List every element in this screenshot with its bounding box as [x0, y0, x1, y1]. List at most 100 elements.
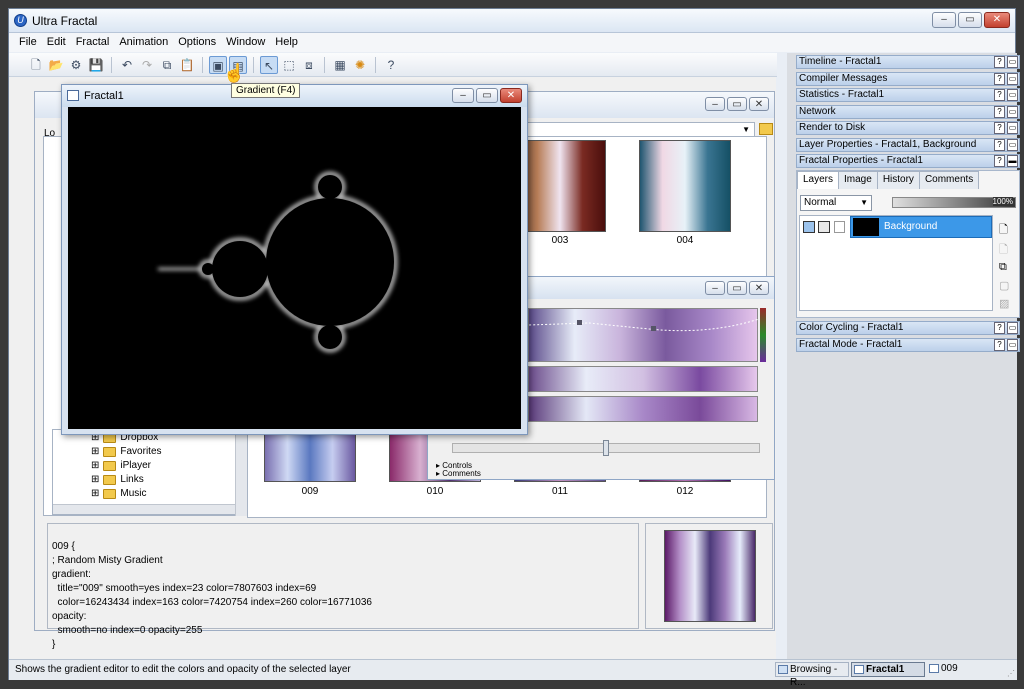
menu-window[interactable]: Window [222, 33, 271, 52]
panel-fractal-properties[interactable]: Fractal Properties - Fractal1? ▬ [796, 154, 1020, 168]
tab-image[interactable]: Image [838, 171, 878, 189]
expand-icon[interactable]: ⊞ [91, 446, 99, 457]
panel-toggle-icon[interactable]: ▭ [1007, 89, 1018, 101]
panel-help-icon[interactable]: ? [994, 155, 1005, 167]
tab-comments[interactable]: Comments [918, 171, 980, 189]
layer-lock-icon[interactable] [818, 221, 830, 233]
new-file-icon[interactable]: 🗋 [27, 56, 45, 74]
channel-gradient-bar[interactable] [528, 396, 758, 422]
comments-expander[interactable]: ▸ Comments [436, 469, 481, 478]
tree-horizontal-scrollbar[interactable] [53, 504, 235, 514]
save-icon[interactable]: 💾 [87, 56, 105, 74]
select-tool-icon[interactable]: ↖ [260, 55, 278, 74]
panel-statistics[interactable]: Statistics - Fractal1? ▭ [796, 88, 1020, 102]
browser-close-button[interactable]: ✕ [749, 97, 769, 111]
panel-help-icon[interactable]: ? [994, 89, 1005, 101]
panel-timeline[interactable]: Timeline - Fractal1? ▭ [796, 55, 1020, 69]
tree-vertical-scrollbar[interactable] [235, 430, 247, 516]
panel-layer-properties[interactable]: Layer Properties - Fractal1, Background?… [796, 138, 1020, 152]
status-fractal-tab[interactable]: Fractal1 [851, 662, 925, 677]
expand-icon[interactable]: ⊞ [91, 488, 99, 499]
panel-toggle-icon[interactable]: ▭ [1007, 122, 1018, 134]
status-browsing-tab[interactable]: Browsing - R... [775, 662, 849, 688]
paste-icon[interactable]: 📋 [178, 56, 196, 74]
panel-compiler-messages[interactable]: Compiler Messages? ▭ [796, 72, 1020, 86]
open-folder-icon[interactable]: 📂 [47, 56, 65, 74]
browser-maximize-button[interactable]: ▭ [727, 97, 747, 111]
menu-animation[interactable]: Animation [115, 33, 174, 52]
slider-thumb[interactable] [603, 440, 609, 456]
position-slider[interactable] [452, 440, 760, 456]
chevron-down-icon[interactable]: ▼ [742, 125, 750, 134]
panel-toggle-icon[interactable]: ▭ [1007, 73, 1018, 85]
panel-help-icon[interactable]: ? [994, 139, 1005, 151]
panel-help-icon[interactable]: ? [994, 73, 1005, 85]
browser-minimize-button[interactable]: – [705, 97, 725, 111]
gradient-maximize-button[interactable]: ▭ [727, 281, 747, 295]
tab-history[interactable]: History [876, 171, 920, 189]
maximize-button[interactable]: ▭ [958, 12, 982, 28]
gradient-thumbnail-004[interactable] [639, 140, 731, 232]
panel-network[interactable]: Network? ▭ [796, 105, 1020, 119]
layer-row-background[interactable]: Background [850, 216, 992, 238]
panel-help-icon[interactable]: ? [994, 122, 1005, 134]
gradient-node[interactable] [651, 326, 656, 331]
tree-item-iplayer[interactable]: ⊞ iPlayer [91, 460, 151, 471]
chevron-down-icon[interactable]: ▼ [860, 196, 868, 210]
delete-layer-icon[interactable]: ▨ [999, 297, 1009, 310]
panel-toggle-icon[interactable]: ▭ [1007, 106, 1018, 118]
duplicate-layer-icon[interactable]: 🗋 [999, 241, 1008, 260]
gradient-node[interactable] [577, 320, 582, 325]
zoom-tool-icon[interactable]: ⬚ [280, 56, 298, 74]
panel-toggle-icon[interactable]: ▭ [1007, 339, 1018, 351]
tree-item-favorites[interactable]: ⊞ Favorites [91, 446, 162, 457]
folder-up-icon[interactable] [759, 123, 773, 135]
panel-toggle-icon[interactable]: ▭ [1007, 139, 1018, 151]
menu-file[interactable]: File [15, 33, 43, 52]
panel-render-to-disk[interactable]: Render to Disk? ▭ [796, 121, 1020, 135]
panel-toggle-icon[interactable]: ▬ [1007, 155, 1018, 167]
opacity-gradient-bar[interactable] [528, 366, 758, 392]
tree-item-links[interactable]: ⊞ Links [91, 474, 144, 485]
color-gradient-bar[interactable] [528, 308, 759, 362]
fractal-canvas[interactable] [68, 107, 521, 429]
render-icon[interactable]: ▦ [331, 56, 349, 74]
blend-mode-select[interactable]: Normal ▼ [800, 195, 872, 211]
panel-color-cycling[interactable]: Color Cycling - Fractal1? ▭ [796, 321, 1020, 335]
fractal-close-button[interactable]: ✕ [500, 88, 522, 103]
copy-icon[interactable]: ⧉ [158, 56, 176, 74]
minimize-button[interactable]: – [932, 12, 956, 28]
panel-help-icon[interactable]: ? [994, 339, 1005, 351]
expand-icon[interactable]: ⊞ [91, 474, 99, 485]
add-layer-icon[interactable]: 🗋 [999, 221, 1008, 240]
resize-grip-icon[interactable]: ⋰ [1007, 669, 1015, 678]
menu-edit[interactable]: Edit [43, 33, 72, 52]
menu-options[interactable]: Options [174, 33, 222, 52]
undo-icon[interactable]: ↶ [118, 56, 136, 74]
tree-item-music[interactable]: ⊞ Music [91, 488, 147, 499]
expand-icon[interactable]: ⊞ [91, 460, 99, 471]
fractal-minimize-button[interactable]: – [452, 88, 474, 103]
help-icon[interactable]: ? [382, 56, 400, 74]
gradient-source-text[interactable]: 009 {; Random Misty Gradient gradient: ti… [47, 523, 639, 650]
close-button[interactable]: ✕ [984, 12, 1010, 28]
panel-help-icon[interactable]: ? [994, 322, 1005, 334]
opacity-slider[interactable]: 100% [892, 197, 1016, 208]
panel-fractal-mode[interactable]: Fractal Mode - Fractal1? ▭ [796, 338, 1020, 352]
panel-toggle-icon[interactable]: ▭ [1007, 322, 1018, 334]
panel-help-icon[interactable]: ? [994, 106, 1005, 118]
panel-toggle-icon[interactable]: ▭ [1007, 56, 1018, 68]
layer-visibility-icon[interactable] [803, 221, 815, 233]
open-parameters-icon[interactable]: ⚙ [67, 56, 85, 74]
gradient-minimize-button[interactable]: – [705, 281, 725, 295]
gradient-close-button[interactable]: ✕ [749, 281, 769, 295]
redo-icon[interactable]: ↷ [138, 56, 156, 74]
status-item-tab[interactable]: 009 [927, 662, 983, 677]
merge-layer-icon[interactable]: ⧉ [999, 261, 1007, 274]
panel-help-icon[interactable]: ? [994, 56, 1005, 68]
menu-fractal[interactable]: Fractal [72, 33, 116, 52]
layer-properties-icon[interactable]: ▢ [999, 279, 1009, 292]
fractal-maximize-button[interactable]: ▭ [476, 88, 498, 103]
layout-icon[interactable]: ⧈ [300, 56, 318, 74]
tab-layers[interactable]: Layers [797, 171, 840, 189]
